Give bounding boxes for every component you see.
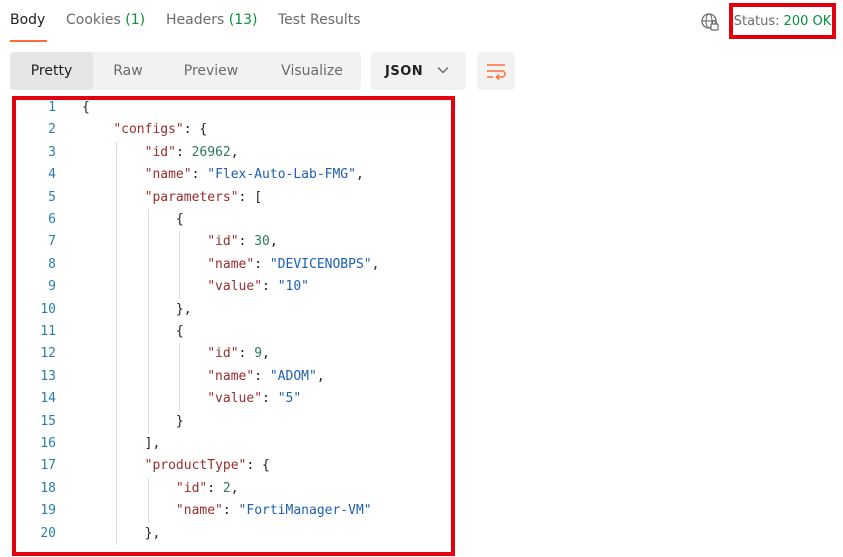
- line-number: 20: [40, 525, 56, 541]
- active-tab-indicator: [10, 40, 47, 42]
- globe-lock-icon[interactable]: [700, 12, 720, 32]
- code-line: 8 "name": "DEVICENOBPS",: [16, 254, 446, 276]
- format-dropdown[interactable]: JSON: [371, 52, 466, 90]
- code-text: {: [82, 100, 90, 115]
- tab-headers-label: Headers: [166, 12, 225, 28]
- code-text: },: [144, 525, 161, 541]
- wrap-lines-icon: [487, 64, 506, 80]
- line-number: 3: [48, 144, 56, 160]
- line-number: 13: [40, 368, 56, 384]
- line-number: 12: [40, 346, 56, 362]
- line-number: 18: [40, 480, 56, 496]
- code-line: 18 "id": 2,: [16, 478, 446, 500]
- line-number: 14: [40, 391, 56, 407]
- line-number: 17: [40, 458, 56, 474]
- tab-cookies-label: Cookies: [66, 12, 121, 28]
- tab-cookies-count: (1): [125, 12, 146, 28]
- indent-guide: [178, 231, 180, 299]
- status-badge[interactable]: Status: 200 OK: [729, 3, 836, 39]
- tab-headers[interactable]: Headers (13): [166, 12, 257, 28]
- view-mode-selector: Pretty Raw Preview Visualize: [10, 52, 361, 90]
- indent-guide: [116, 141, 118, 545]
- code-line: 13 "name": "ADOM",: [16, 366, 446, 388]
- status-value: 200 OK: [783, 13, 832, 29]
- indent-guide: [147, 477, 149, 523]
- tab-headers-count: (13): [228, 12, 258, 28]
- code-text: "name": "Flex-Auto-Lab-FMG",: [144, 167, 364, 183]
- code-text: "value": "5": [207, 391, 302, 407]
- line-number: 5: [48, 189, 56, 205]
- wrap-lines-button[interactable]: [477, 52, 515, 90]
- code-line: 7 "id": 30,: [16, 231, 446, 253]
- code-text: "configs": {: [113, 122, 208, 138]
- line-number: 1: [48, 100, 56, 115]
- tab-cookies[interactable]: Cookies (1): [66, 12, 145, 28]
- tab-body[interactable]: Body: [10, 12, 45, 28]
- view-mode-raw[interactable]: Raw: [103, 52, 153, 90]
- line-number: 2: [48, 122, 56, 138]
- code-line: 5 "parameters": [: [16, 187, 446, 209]
- code-line: 6 {: [16, 209, 446, 231]
- code-line: 1{: [16, 100, 446, 119]
- code-text: "id": 30,: [207, 234, 278, 250]
- code-text: {: [175, 212, 184, 227]
- code-text: "id": 2,: [175, 480, 239, 496]
- code-text: "name": "DEVICENOBPS",: [207, 256, 380, 272]
- tab-test-results[interactable]: Test Results: [278, 12, 361, 28]
- code-line: 12 "id": 9,: [16, 343, 446, 365]
- code-line: 4 "name": "Flex-Auto-Lab-FMG",: [16, 164, 446, 186]
- indent-guide: [147, 209, 149, 433]
- line-number: 4: [48, 167, 56, 183]
- code-line: 16 ],: [16, 433, 446, 455]
- code-text: },: [175, 301, 192, 317]
- code-text: }: [175, 413, 184, 429]
- code-text: "parameters": [: [144, 189, 263, 205]
- chevron-down-icon: [437, 67, 449, 74]
- view-mode-pretty[interactable]: Pretty: [10, 52, 93, 90]
- line-number: 8: [48, 256, 56, 272]
- code-text: "productType": {: [144, 458, 270, 474]
- line-number: 9: [48, 279, 56, 295]
- line-number: 10: [40, 301, 56, 317]
- code-line: 14 "value": "5": [16, 388, 446, 410]
- code-text: "id": 9,: [207, 346, 270, 362]
- code-text: ],: [144, 436, 161, 451]
- code-line: 2 "configs": {: [16, 119, 446, 141]
- line-number: 16: [40, 436, 56, 451]
- code-line: 17 "productType": {: [16, 455, 446, 477]
- line-number: 6: [48, 212, 56, 227]
- indent-guide: [178, 343, 180, 411]
- response-tabs: Body Cookies (1) Headers (13) Test Resul…: [0, 0, 843, 44]
- line-number: 19: [40, 503, 56, 519]
- status-label: Status:: [733, 13, 780, 29]
- response-body-editor[interactable]: 1{2 "configs": {3 "id": 26962, 4 "name": …: [12, 96, 455, 556]
- code-line: 15 }: [16, 411, 446, 433]
- code-line: 20 },: [16, 523, 446, 545]
- code-line: 3 "id": 26962,: [16, 142, 446, 164]
- view-mode-preview[interactable]: Preview: [170, 52, 252, 90]
- code-line: 11 {: [16, 321, 446, 343]
- view-mode-visualize[interactable]: Visualize: [268, 52, 356, 90]
- line-number: 7: [48, 234, 56, 250]
- line-number: 15: [40, 413, 56, 429]
- code-line: 19 "name": "FortiManager-VM": [16, 500, 446, 522]
- code-line: 10 },: [16, 299, 446, 321]
- code-line: 9 "value": "10": [16, 276, 446, 298]
- format-selected: JSON: [385, 64, 424, 79]
- code-text: "id": 26962,: [144, 144, 239, 160]
- code-text: "name": "FortiManager-VM": [175, 503, 372, 519]
- code-text: {: [175, 324, 184, 339]
- code-text: "name": "ADOM",: [207, 368, 325, 384]
- line-number: 11: [40, 324, 56, 339]
